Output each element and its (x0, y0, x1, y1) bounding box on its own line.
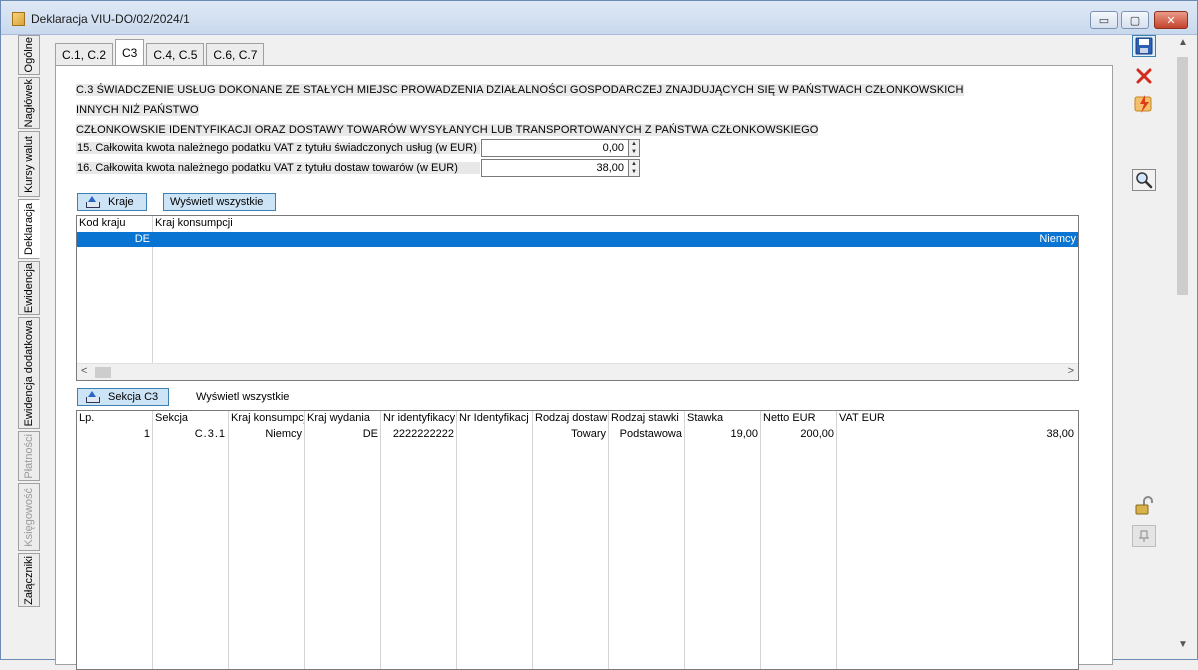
spin-up-icon: ▲ (631, 161, 637, 167)
column-header[interactable]: Kraj wydania (304, 411, 380, 426)
field-15-label: 15. Całkowita kwota należnego podatku VA… (76, 142, 480, 154)
app-window: Deklaracja VIU-DO/02/2024/1 ▭ ▢ ✕ Ogólne… (0, 0, 1198, 670)
tab-c4-c5[interactable]: C.4, C.5 (146, 43, 205, 65)
document-icon (12, 12, 25, 26)
sekcja-c3-button[interactable]: Sekcja C3 (77, 388, 169, 406)
lightning-icon (1134, 95, 1152, 113)
pin-icon (1139, 530, 1149, 542)
column-header[interactable]: Nr identyfikacy (380, 411, 456, 426)
cell-country-name: Niemcy (1039, 233, 1076, 245)
c3-grid: Lp. Sekcja Kraj konsumpcj Kraj wydania N… (76, 410, 1079, 670)
right-toolbar (1129, 35, 1173, 655)
column-header[interactable]: Nr Identyfikacj (456, 411, 532, 426)
scroll-thumb[interactable] (95, 367, 111, 378)
close-icon: ✕ (1166, 14, 1176, 27)
section-heading: C.3 ŚWIADCZENIE USŁUG DOKONANE ZE STAŁYC… (76, 84, 964, 136)
field-16-row: 16. Całkowita kwota należnego podatku VA… (76, 159, 640, 177)
close-button[interactable]: ✕ (1154, 11, 1188, 29)
vtab-platnosci: Płatności (18, 431, 40, 481)
column-header[interactable]: Rodzaj stawki (608, 411, 684, 426)
countries-grid: Kod kraju Kraj konsumpcji DE Niemcy < > (76, 215, 1079, 381)
c3-grid-header: Lp. Sekcja Kraj konsumpcj Kraj wydania N… (77, 411, 1078, 426)
title-bar: Deklaracja VIU-DO/02/2024/1 ▭ ▢ ✕ (1, 1, 1197, 35)
column-header[interactable]: Kraj konsumpcj (228, 411, 304, 426)
cell-sekcja: C.3.1 (194, 428, 226, 440)
cell-rodzaj-stawki: Podstawowa (619, 428, 682, 440)
column-header[interactable]: Sekcja (152, 411, 228, 426)
cell-kraj-konsumpcji: Niemcy (265, 428, 302, 440)
table-row[interactable]: 1 C.3.1 Niemcy DE 2222222222 Towary Pods… (77, 427, 1078, 442)
vertical-tab-strip: Ogólne Nagłówek Kursy walut Deklaracja E… (1, 35, 41, 655)
scroll-down-icon: ▼ (1178, 639, 1188, 650)
vtab-ksiegowosc: Księgowość (18, 483, 40, 551)
tab-c6-c7[interactable]: C.6, C.7 (206, 43, 265, 65)
delete-icon (1136, 68, 1152, 84)
table-row[interactable]: DE Niemcy (77, 232, 1078, 247)
field-16-label: 16. Całkowita kwota należnego podatku VA… (76, 162, 480, 174)
content-area: C.1, C.2 C3 C.4, C.5 C.6, C.7 C.3 ŚWIADC… (41, 35, 1121, 670)
cell-country-code: DE (134, 233, 150, 245)
search-button[interactable] (1132, 169, 1156, 191)
horizontal-scrollbar[interactable]: < > (77, 363, 1078, 380)
field-16-spinner[interactable]: ▲ ▼ (629, 159, 640, 177)
field-15-row: 15. Całkowita kwota należnego podatku VA… (76, 139, 640, 157)
unlock-icon (1135, 496, 1153, 515)
cell-nr-identyfikacji (456, 427, 532, 442)
spin-down-icon: ▼ (631, 169, 637, 175)
minimize-icon: ▭ (1098, 14, 1110, 27)
column-header[interactable]: Rodzaj dostaw (532, 411, 608, 426)
scroll-thumb[interactable] (1177, 57, 1188, 295)
field-16-input[interactable]: 38,00 (481, 159, 629, 177)
show-all-countries-button[interactable]: Wyświetl wszystkie (163, 193, 276, 211)
cell-nr-identyfikacyjny: 2222222222 (392, 428, 454, 440)
vtab-naglowek[interactable]: Nagłówek (18, 77, 40, 129)
vtab-ewidencja[interactable]: Ewidencja (18, 261, 40, 315)
maximize-button[interactable]: ▢ (1121, 11, 1149, 29)
column-header[interactable]: Lp. (77, 411, 152, 426)
unlock-button[interactable] (1132, 495, 1156, 517)
c3-panel: C.3 ŚWIADCZENIE USŁUG DOKONANE ZE STAŁYC… (55, 65, 1113, 670)
delete-button[interactable] (1132, 65, 1156, 87)
cell-kraj-wydania: DE (362, 428, 378, 440)
kraje-button[interactable]: Kraje (77, 193, 147, 211)
maximize-icon: ▢ (1129, 14, 1141, 27)
spin-up-icon: ▲ (631, 141, 637, 147)
tab-c1-c2[interactable]: C.1, C.2 (55, 43, 114, 65)
column-header[interactable]: Netto EUR (760, 411, 836, 426)
save-button[interactable] (1132, 35, 1156, 57)
field-15-input[interactable]: 0,00 (481, 139, 629, 157)
scroll-left-icon: < (81, 365, 88, 377)
save-icon (1135, 37, 1153, 55)
vtab-ewidencja-dodatkowa[interactable]: Ewidencja dodatkowa (18, 317, 40, 429)
countries-grid-header: Kod kraju Kraj konsumpcji (77, 216, 1078, 231)
lightning-button[interactable] (1132, 93, 1156, 115)
scroll-up-icon: ▲ (1178, 37, 1188, 48)
vtab-kursy-walut[interactable]: Kursy walut (18, 131, 40, 197)
section-tabs: C.1, C.2 C3 C.4, C.5 C.6, C.7 (55, 39, 266, 65)
column-header[interactable]: Stawka (684, 411, 760, 426)
pin-button[interactable] (1132, 525, 1156, 547)
upload-tray-icon (84, 391, 100, 403)
cell-rodzaj-dostaw: Towary (571, 428, 606, 440)
spin-down-icon: ▼ (631, 149, 637, 155)
minimize-button[interactable]: ▭ (1090, 11, 1118, 29)
tab-c3[interactable]: C3 (115, 39, 145, 65)
show-all-sections-link[interactable]: Wyświetl wszystkie (196, 391, 289, 403)
cell-stawka: 19,00 (730, 428, 758, 440)
magnifier-icon (1136, 172, 1153, 189)
column-header[interactable]: VAT EUR (836, 411, 1076, 426)
upload-tray-icon (84, 196, 100, 208)
window-title: Deklaracja VIU-DO/02/2024/1 (31, 12, 190, 26)
field-15-spinner[interactable]: ▲ ▼ (629, 139, 640, 157)
column-header[interactable]: Kraj konsumpcji (152, 216, 1078, 231)
cell-lp: 1 (143, 428, 150, 440)
scroll-right-icon: > (1067, 365, 1074, 377)
vtab-deklaracja[interactable]: Deklaracja (18, 199, 40, 259)
cell-vat-eur: 38,00 (1046, 428, 1074, 440)
column-header[interactable]: Kod kraju (77, 216, 152, 231)
vertical-scrollbar[interactable]: ▲ ▼ (1174, 35, 1191, 655)
vtab-ogolne[interactable]: Ogólne (18, 35, 40, 75)
vtab-zalaczniki[interactable]: Załączniki (18, 553, 40, 607)
cell-netto-eur: 200,00 (800, 428, 834, 440)
